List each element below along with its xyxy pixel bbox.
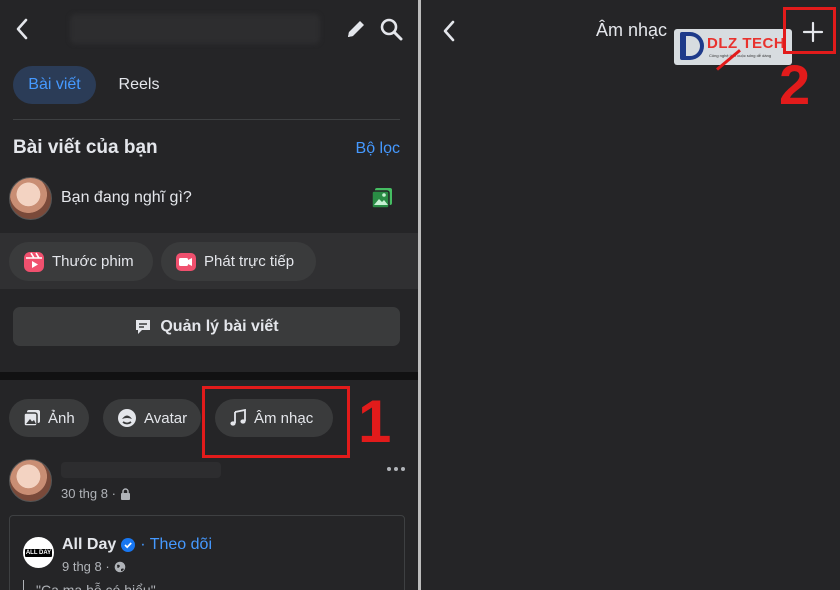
shared-post-card[interactable]: ALL DAY All Day · Theo dõi 9 thg 8 · "Ca…: [9, 515, 405, 590]
tab-reels-label: Reels: [118, 76, 160, 93]
lock-icon: [120, 487, 131, 500]
follow-link[interactable]: · Theo dõi: [140, 536, 212, 554]
globe-icon: [114, 561, 126, 573]
post-author-name: [61, 462, 221, 478]
photo-icon[interactable]: [370, 186, 394, 210]
live-video-icon: [175, 251, 197, 273]
photo-icon: [23, 409, 41, 427]
manage-posts-label: Quản lý bài viết: [160, 317, 279, 335]
avatar-icon: [117, 408, 137, 428]
verified-badge-icon: [121, 538, 136, 552]
dlz-logo-text: DLZ TECH: [707, 35, 786, 52]
post-author-avatar: [9, 459, 52, 502]
section-title: Bài viết của bạn: [13, 137, 158, 158]
dlz-tech-watermark: DLZ TECH Công nghệ làm cuộc sống dễ dàng: [674, 29, 792, 65]
category-photos-label: Ảnh: [48, 409, 75, 427]
shared-meta: 9 thg 8 ·: [62, 559, 126, 574]
tab-posts[interactable]: Bài viết: [13, 66, 96, 104]
edit-pencil-icon[interactable]: [343, 16, 369, 42]
reels-button-label: Thước phim: [52, 253, 134, 270]
reels-button[interactable]: Thước phim: [9, 242, 153, 281]
category-photos[interactable]: Ảnh: [9, 399, 89, 437]
annotation-number-2: 2: [779, 53, 811, 116]
avatar: [9, 177, 52, 220]
blurred-title: [70, 14, 320, 44]
live-video-button-label: Phát trực tiếp: [204, 253, 295, 270]
right-screen: Âm nhạc DLZ TECH Công nghệ làm cuộc sống…: [421, 0, 840, 590]
annotation-number-1: 1: [358, 388, 392, 455]
divider: [13, 119, 400, 120]
shared-header: All Day · Theo dõi: [62, 536, 212, 554]
page-logo: ALL DAY: [23, 537, 54, 568]
page-name[interactable]: All Day: [62, 536, 116, 554]
composer-placeholder[interactable]: Bạn đang nghĩ gì?: [61, 189, 192, 207]
highlight-box-music: [202, 386, 350, 458]
reels-icon: [23, 251, 45, 273]
page-logo-text: ALL DAY: [24, 548, 53, 557]
manage-posts-button[interactable]: Quản lý bài viết: [13, 307, 400, 346]
category-avatar[interactable]: Avatar: [103, 399, 201, 437]
section-separator: [0, 372, 418, 380]
post-date: 30 thg 8 ·: [61, 486, 116, 501]
quote-bar: [23, 580, 24, 590]
back-icon[interactable]: [437, 18, 461, 44]
category-avatar-label: Avatar: [144, 409, 188, 427]
tab-reels[interactable]: Reels: [104, 66, 174, 104]
left-screen: Bài viết Reels Bài viết của bạn Bộ lọc B…: [0, 0, 418, 590]
post-meta: 30 thg 8 ·: [61, 486, 131, 501]
manage-posts-icon: [134, 318, 152, 336]
more-options-icon[interactable]: [384, 462, 408, 476]
shared-date: 9 thg 8 ·: [62, 559, 110, 574]
live-video-button[interactable]: Phát trực tiếp: [161, 242, 316, 281]
page-title: Âm nhạc: [596, 20, 668, 40]
back-icon[interactable]: [10, 16, 34, 42]
search-icon[interactable]: [377, 15, 405, 43]
dlz-logo-d: [680, 32, 704, 60]
tab-posts-label: Bài viết: [28, 76, 81, 93]
highlight-box-add: [783, 7, 836, 54]
shared-snippet: "Ca ma hỗ có hiểu": [36, 582, 156, 590]
filter-link[interactable]: Bộ lọc: [356, 140, 400, 158]
dlz-logo-subtext: Công nghệ làm cuộc sống dễ dàng: [709, 53, 772, 58]
